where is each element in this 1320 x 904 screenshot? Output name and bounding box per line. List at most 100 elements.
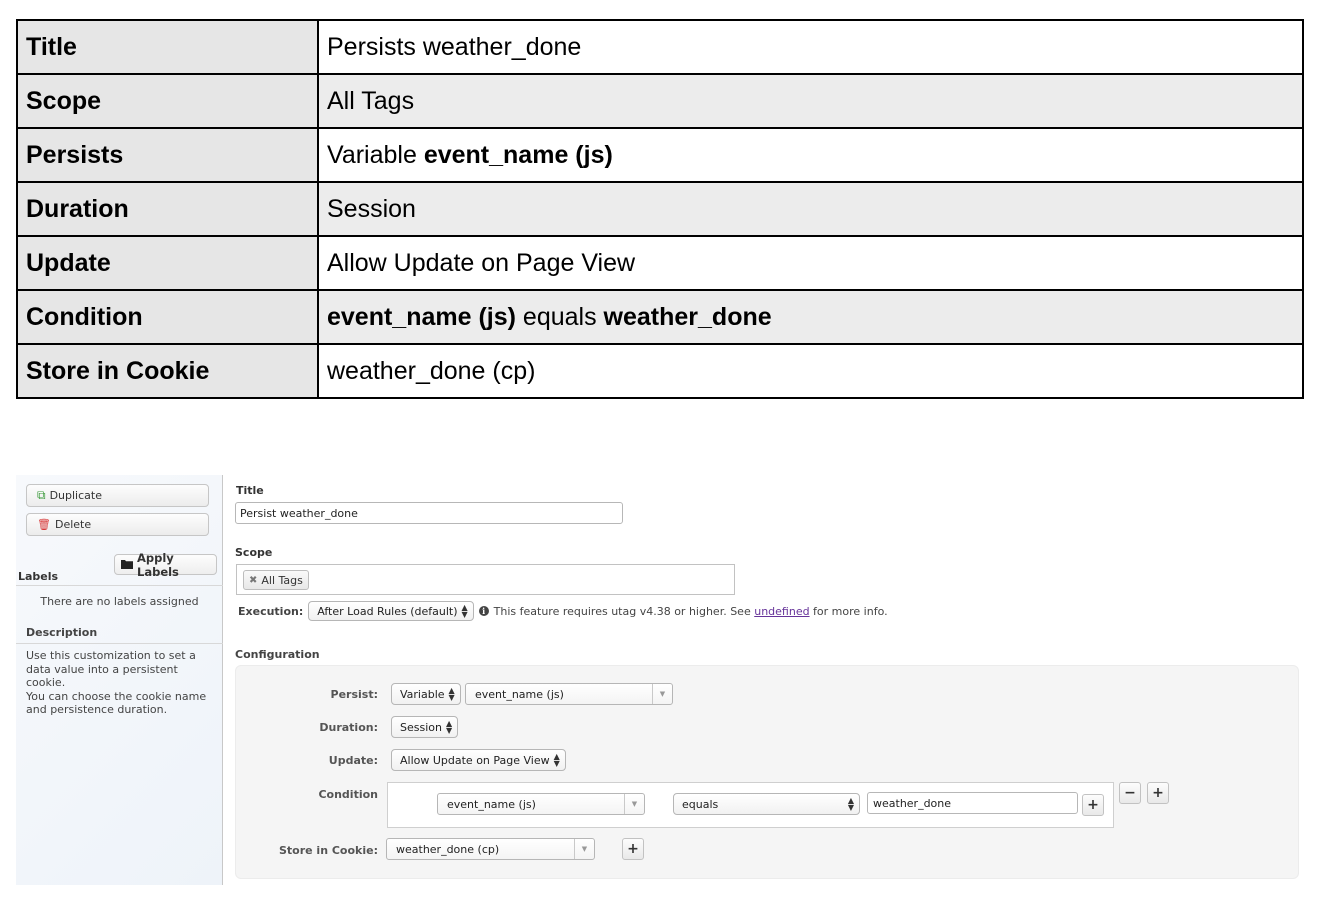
summary-value-part: Persists weather_done [327, 32, 582, 61]
summary-row: Duration Session [16, 181, 1304, 237]
title-input[interactable] [235, 502, 623, 524]
execution-note: This feature requires utag v4.38 or high… [494, 605, 888, 618]
persist-variable-value: event_name (js) [475, 687, 564, 701]
plus-icon: + [1087, 797, 1099, 813]
scope-input[interactable]: ✖ All Tags [236, 564, 735, 595]
summary-value: weather_done (cp) [317, 343, 1304, 399]
condition-variable-combo[interactable]: event_name (js) ▼ [437, 793, 645, 815]
updown-arrows-icon: ▲ ▼ [445, 719, 453, 735]
persist-type-select[interactable]: Variable ▲ ▼ [391, 683, 461, 705]
execution-value: After Load Rules (default) [317, 604, 458, 618]
title-label: Title [236, 484, 264, 497]
description-line: You can choose the cookie name [26, 689, 207, 703]
summary-value-part: weather_done (cp) [327, 356, 536, 385]
description-line: and persistence duration. [26, 703, 168, 716]
summary-value: Persists weather_done [317, 19, 1304, 75]
divider [16, 585, 223, 586]
delete-button[interactable]: 🗑︎ Delete [26, 513, 209, 536]
summary-key: Scope [16, 73, 319, 129]
updown-arrows-icon: ▲ ▼ [847, 796, 854, 812]
summary-value-part: event_name (js) [423, 140, 613, 169]
summary-row: Scope All Tags [16, 73, 1304, 129]
duplicate-button[interactable]: ⧉ Duplicate [26, 484, 209, 507]
undefined-link[interactable]: undefined [754, 605, 809, 618]
condition-group: event_name (js) ▼ equals ▲▼ + [387, 782, 1114, 828]
duration-label: Duration: [319, 721, 378, 734]
description-line: data value into a persistent [26, 662, 178, 676]
summary-key: Persists [16, 127, 319, 183]
folder-icon [121, 558, 133, 572]
summary-value: All Tags [317, 73, 1304, 129]
info-icon: i [478, 606, 489, 616]
copy-icon: ⧉ [37, 488, 46, 502]
summary-row: Update Allow Update on Page View [16, 235, 1304, 291]
description-heading: Description [26, 626, 98, 639]
scope-label: Scope [235, 546, 273, 559]
scope-tag-label: All Tags [261, 573, 303, 587]
apply-labels-label: Apply Labels [137, 550, 179, 579]
duplicate-label: Duplicate [49, 489, 102, 502]
condition-operator-select[interactable]: equals ▲ ▼ [673, 793, 860, 815]
update-label: Update: [328, 754, 378, 767]
dropdown-arrow-icon[interactable]: ▼ [652, 684, 672, 704]
summary-value-part: weather_done [603, 302, 772, 331]
add-condition-button[interactable]: + [1147, 782, 1169, 804]
remove-tag-icon[interactable]: ✖ [249, 575, 257, 586]
execution-select[interactable]: After Load Rules (default) ▲ ▼ [308, 601, 474, 621]
execution-note-text: This feature requires utag v4.38 or high… [493, 604, 755, 618]
summary-key: Store in Cookie [16, 343, 319, 399]
summary-value: Allow Update on Page View [317, 235, 1304, 291]
plus-icon: + [627, 841, 639, 857]
summary-table: Title Persists weather_done Scope All Tags P… [16, 19, 1304, 399]
no-labels-text: There are no labels assigned [40, 595, 199, 608]
trash-icon: 🗑︎ [37, 518, 51, 531]
minus-icon: − [1124, 785, 1136, 801]
update-value: Allow Update on Page View [400, 753, 550, 767]
description-line: Use this customization to set a [26, 649, 196, 662]
store-in-cookie-value: weather_done (cp) [396, 842, 500, 856]
summary-value-part: event_name (js) [327, 302, 516, 331]
update-select[interactable]: Allow Update on Page View ▲ ▼ [391, 749, 566, 771]
customization-editor: ⧉ Duplicate 🗑︎ Delete Labels Apply Label… [0, 470, 1320, 904]
labels-heading: Labels [18, 570, 59, 583]
sidebar: ⧉ Duplicate 🗑︎ Delete Labels Apply Label… [16, 475, 223, 885]
add-or-condition-button[interactable]: + [1082, 794, 1104, 816]
scope-tag: ✖ All Tags [243, 570, 309, 590]
condition-label: Condition [318, 788, 378, 801]
main-form: Title Scope ✖ All Tags Execution: After … [235, 470, 1305, 904]
summary-value: Variable event_name (js) [317, 127, 1304, 183]
divider [16, 643, 223, 644]
summary-value: event_name (js) equals weather_done [317, 289, 1304, 345]
remove-condition-button[interactable]: − [1119, 782, 1141, 804]
plus-icon: + [1152, 785, 1164, 801]
summary-value-part: Session [327, 194, 416, 223]
execution-row: Execution: After Load Rules (default) ▲ ▼… [238, 601, 888, 621]
store-in-cookie-label: Store in Cookie: [278, 844, 378, 857]
summary-value: Session [317, 181, 1304, 237]
summary-row: Persists Variable event_name (js) [16, 127, 1304, 183]
summary-key: Duration [16, 181, 319, 237]
execution-note-suffix: for more info. [809, 604, 888, 618]
updown-arrows-icon: ▲ ▼ [448, 686, 455, 702]
persist-type-value: Variable [400, 687, 445, 701]
duration-value: Session [400, 720, 442, 734]
summary-value-part: Variable [327, 140, 424, 169]
add-cookie-button[interactable]: + [622, 838, 644, 860]
persist-variable-combo[interactable]: event_name (js) ▼ [465, 683, 673, 705]
description-text: Use this customization to set a data val… [26, 649, 216, 717]
store-in-cookie-combo[interactable]: weather_done (cp) ▼ [386, 838, 595, 860]
summary-row: Store in Cookie weather_done (cp) [16, 343, 1304, 399]
dropdown-arrow-icon[interactable]: ▼ [624, 794, 644, 814]
execution-label: Execution: [238, 604, 304, 618]
dropdown-arrow-icon[interactable]: ▼ [574, 839, 594, 859]
summary-key: Condition [16, 289, 319, 345]
summary-row: Title Persists weather_done [16, 19, 1304, 75]
summary-value-part: Allow Update on Page View [327, 248, 636, 277]
duration-select[interactable]: Session ▲ ▼ [391, 716, 459, 738]
summary-key: Update [16, 235, 319, 291]
apply-labels-button[interactable]: Apply Labels [114, 551, 217, 579]
updown-arrows-icon: ▲ ▼ [553, 752, 560, 768]
condition-value-input[interactable] [867, 792, 1078, 814]
condition-operator-value: equals [682, 797, 719, 811]
summary-value-part: All Tags [327, 86, 415, 115]
